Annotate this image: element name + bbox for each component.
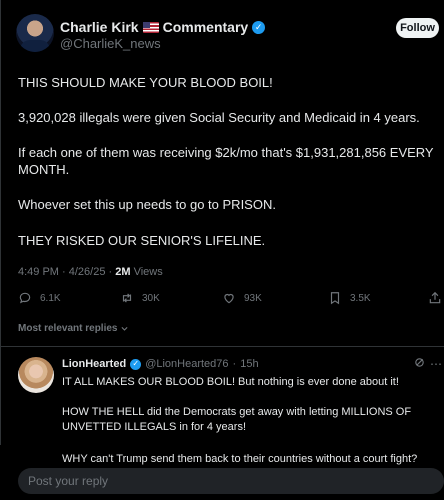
post-line-4: Whoever set this up needs to go to PRISO…: [18, 197, 276, 212]
post-meta: 4:49 PM · 4/26/25 · 2M Views: [18, 266, 163, 278]
post-line-5: THEY RISKED OUR SENIOR'S LIFELINE.: [18, 233, 266, 248]
replies-filter-dropdown[interactable]: Most relevant replies: [18, 323, 129, 334]
post-line-1: THIS SHOULD MAKE YOUR BLOOD BOIL!: [18, 75, 273, 90]
bookmark-icon: [330, 292, 340, 305]
like-count: 93K: [244, 292, 262, 304]
post-time[interactable]: 4:49 PM: [18, 266, 59, 278]
heart-icon: [224, 293, 234, 304]
repost-count: 30K: [142, 292, 160, 304]
reply-avatar[interactable]: [18, 357, 54, 393]
reply-line-3: WHY can't Trump send them back to their …: [62, 453, 418, 465]
post-line-2: 3,920,028 illegals were given Social Sec…: [18, 110, 420, 125]
repost-icon: [122, 293, 132, 303]
left-border: [0, 0, 1, 445]
follow-button[interactable]: Follow: [396, 18, 439, 38]
reply-action[interactable]: 6.1K: [18, 291, 61, 305]
reply-line-2: HOW THE HELL did the Democrats get away …: [62, 406, 412, 433]
us-flag-icon: [142, 21, 159, 33]
reply-header: LionHearted ✓ @LionHearted76 · 15h: [62, 358, 259, 370]
verified-badge-icon: ✓: [252, 20, 266, 34]
reply-count: 6.1K: [40, 292, 61, 304]
reply-author-handle[interactable]: @LionHearted76: [145, 358, 228, 370]
like-action[interactable]: 93K: [222, 291, 262, 305]
divider: [0, 346, 444, 347]
reply-age[interactable]: 15h: [240, 358, 258, 370]
more-options-icon[interactable]: ⋯: [430, 357, 442, 371]
author-handle[interactable]: @CharlieK_news: [60, 36, 161, 51]
bookmark-count: 3.5K: [350, 292, 371, 304]
post-date[interactable]: 4/26/25: [69, 266, 106, 278]
bookmark-action[interactable]: 3.5K: [328, 291, 371, 305]
author-name-row[interactable]: Charlie Kirk Commentary ✓: [60, 19, 266, 35]
repost-action[interactable]: 30K: [120, 291, 160, 305]
reply-icon: [19, 292, 31, 304]
author-name[interactable]: Charlie Kirk: [60, 19, 139, 35]
chevron-down-icon: [121, 326, 129, 331]
replies-filter-label: Most relevant replies: [18, 323, 118, 334]
reply-author-name[interactable]: LionHearted: [62, 358, 126, 370]
post-line-3: If each one of them was receiving $2k/mo…: [18, 145, 434, 177]
views-label: Views: [133, 266, 163, 278]
share-action[interactable]: [428, 291, 442, 305]
share-icon: [429, 291, 441, 304]
author-avatar[interactable]: [16, 14, 54, 52]
author-suffix[interactable]: Commentary: [163, 19, 249, 35]
views-count: 2M: [115, 266, 131, 278]
verified-badge-icon: ✓: [130, 358, 142, 370]
grok-icon[interactable]: [414, 357, 425, 368]
reply-composer-input[interactable]: Post your reply: [18, 468, 444, 494]
reply-line-1: IT ALL MAKES OUR BLOOD BOIL! But nothing…: [62, 376, 399, 388]
